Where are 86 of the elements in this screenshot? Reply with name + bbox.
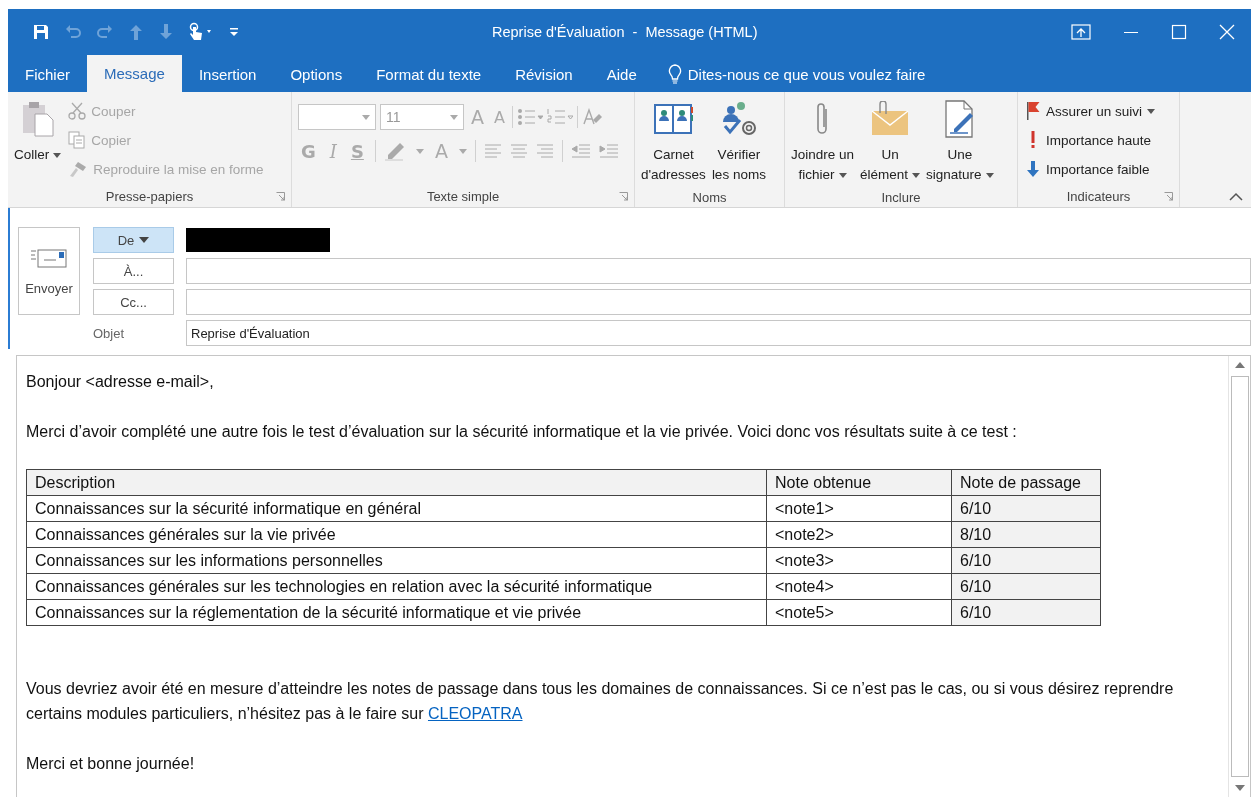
- link[interactable]: CLEOPATRA: [427, 705, 523, 722]
- table-cell: <note1>: [766, 495, 952, 522]
- undo-icon[interactable]: [64, 23, 82, 41]
- ribbon-button[interactable]: Coller: [12, 96, 64, 185]
- dialog-launcher-icon[interactable]: [619, 192, 628, 201]
- scroll-down-icon[interactable]: [1234, 785, 1245, 791]
- signoff-text: Merci et bonne journée!: [26, 754, 196, 774]
- close-icon[interactable]: [1219, 24, 1235, 40]
- save-icon[interactable]: [32, 23, 50, 41]
- ribbon-button[interactable]: Un élément: [858, 96, 923, 188]
- address-button[interactable]: À...: [93, 258, 174, 284]
- table-cell: Connaissances sur les informations personnelles: [26, 547, 767, 574]
- table-cell: Connaissances sur la sécurité informatique en général: [26, 495, 767, 522]
- group-label: Presse-papiers: [104, 187, 195, 206]
- caret-icon: [362, 114, 370, 120]
- down-arrow-icon: [1025, 159, 1041, 179]
- down-arrow-icon[interactable]: [158, 23, 174, 41]
- table-cell: <note4>: [766, 573, 952, 600]
- lightbulb-icon: [667, 64, 682, 84]
- envelope-icon: [30, 246, 68, 269]
- customize-icon[interactable]: [228, 26, 240, 38]
- ribbon-tab[interactable]: Aide: [589, 56, 654, 92]
- touch-mode-icon[interactable]: [188, 22, 214, 42]
- window-title: Reprise d'Évaluation - Message (HTML): [492, 24, 759, 40]
- display-options-icon[interactable]: [1071, 24, 1091, 40]
- table-cell: 6/10: [951, 495, 1101, 522]
- table-cell: 6/10: [951, 599, 1101, 626]
- dialog-launcher-icon[interactable]: [1164, 192, 1173, 201]
- column-header: Note obtenue: [766, 469, 952, 496]
- ribbon-tab[interactable]: Révision: [498, 56, 590, 92]
- column-header: Description: [26, 469, 767, 496]
- greeting-text: Bonjour <adresse e-mail>,: [26, 372, 215, 392]
- ribbon-tab[interactable]: Format du texte: [359, 56, 499, 92]
- ribbon-tab[interactable]: Options: [273, 56, 360, 92]
- recipient-field[interactable]: [186, 258, 1251, 284]
- table-cell: 6/10: [951, 573, 1101, 600]
- send-button[interactable]: Envoyer: [18, 227, 80, 315]
- tell-me-search[interactable]: Dites-nous ce que vous voulez faire: [667, 56, 926, 92]
- ribbon-tab[interactable]: Message: [87, 55, 182, 92]
- group-label: Indicateurs: [1065, 187, 1132, 206]
- collapse-ribbon-icon[interactable]: [1229, 192, 1243, 201]
- format-painter-icon: [68, 160, 89, 178]
- table-cell: Connaissances générales sur les technologies en relation avec la sécurité informatique: [26, 573, 767, 600]
- ribbon-tab[interactable]: Fichier: [8, 56, 87, 92]
- caret-icon: [450, 114, 458, 120]
- scrollbar[interactable]: [1228, 356, 1250, 797]
- table-cell: <note2>: [766, 521, 952, 548]
- maximize-icon[interactable]: [1171, 24, 1187, 40]
- paste-icon: [20, 100, 55, 138]
- group-label: Texte simple: [425, 187, 501, 206]
- caret-icon: [139, 237, 150, 243]
- ribbon-button[interactable]: Une signature: [924, 96, 996, 188]
- group-label: Noms: [691, 189, 728, 207]
- ribbon-button[interactable]: Vérifier les noms: [709, 96, 768, 188]
- flag-icon: [1025, 101, 1041, 121]
- body-paragraph: Vous devriez avoir été en mesure d’atteindre les notes de passage dans tous les domaines de connaissances. Si ce n’est pas le cas, ou si vous désirez reprendre certains modules particuliers, n’hésitez pas à le faire sur CLEOPATRA: [26, 679, 1175, 724]
- dialog-launcher-icon[interactable]: [276, 192, 285, 201]
- column-header: Note de passage: [951, 469, 1101, 496]
- ribbon-button[interactable]: Joindre un fichier: [789, 96, 857, 188]
- subject-field[interactable]: Reprise d'Évaluation: [186, 320, 1251, 346]
- caret-icon: [458, 148, 467, 154]
- ribbon-button[interactable]: Assurer un suivi: [1022, 98, 1159, 124]
- ribbon-button[interactable]: Importance faible: [1022, 156, 1159, 182]
- ribbon-button[interactable]: Importance haute: [1022, 127, 1159, 153]
- copy-icon: [68, 131, 87, 149]
- table-cell: 6/10: [951, 547, 1101, 574]
- address-button[interactable]: Cc...: [93, 289, 174, 315]
- caret-icon: [415, 148, 424, 154]
- table-cell: 8/10: [951, 521, 1101, 548]
- ribbon-button[interactable]: Carnet d'adresses: [639, 96, 708, 188]
- table-cell: Connaissances générales sur la vie privée: [26, 521, 767, 548]
- table-cell: <note3>: [766, 547, 952, 574]
- from-button[interactable]: De: [93, 227, 174, 253]
- subject-label: Objet: [93, 325, 126, 341]
- redo-icon[interactable]: [96, 23, 114, 41]
- table-cell: Connaissances sur la réglementation de la sécurité informatique et vie privée: [26, 599, 767, 626]
- address-book-icon: [653, 101, 694, 137]
- body-paragraph: Merci d’avoir complété une autre fois le test d’évaluation sur la sécurité informatique et la vie privée. Voici donc vos résultats suite à ce test :: [26, 422, 1018, 442]
- recipient-field[interactable]: [186, 289, 1251, 315]
- envelope-icon: [870, 101, 911, 137]
- table-cell: <note5>: [766, 599, 952, 626]
- scroll-up-icon[interactable]: [1234, 362, 1245, 368]
- up-arrow-icon[interactable]: [128, 23, 144, 41]
- scissors-icon: [68, 102, 87, 120]
- group-label: Inclure: [880, 189, 922, 207]
- ribbon-tab[interactable]: Insertion: [181, 56, 274, 92]
